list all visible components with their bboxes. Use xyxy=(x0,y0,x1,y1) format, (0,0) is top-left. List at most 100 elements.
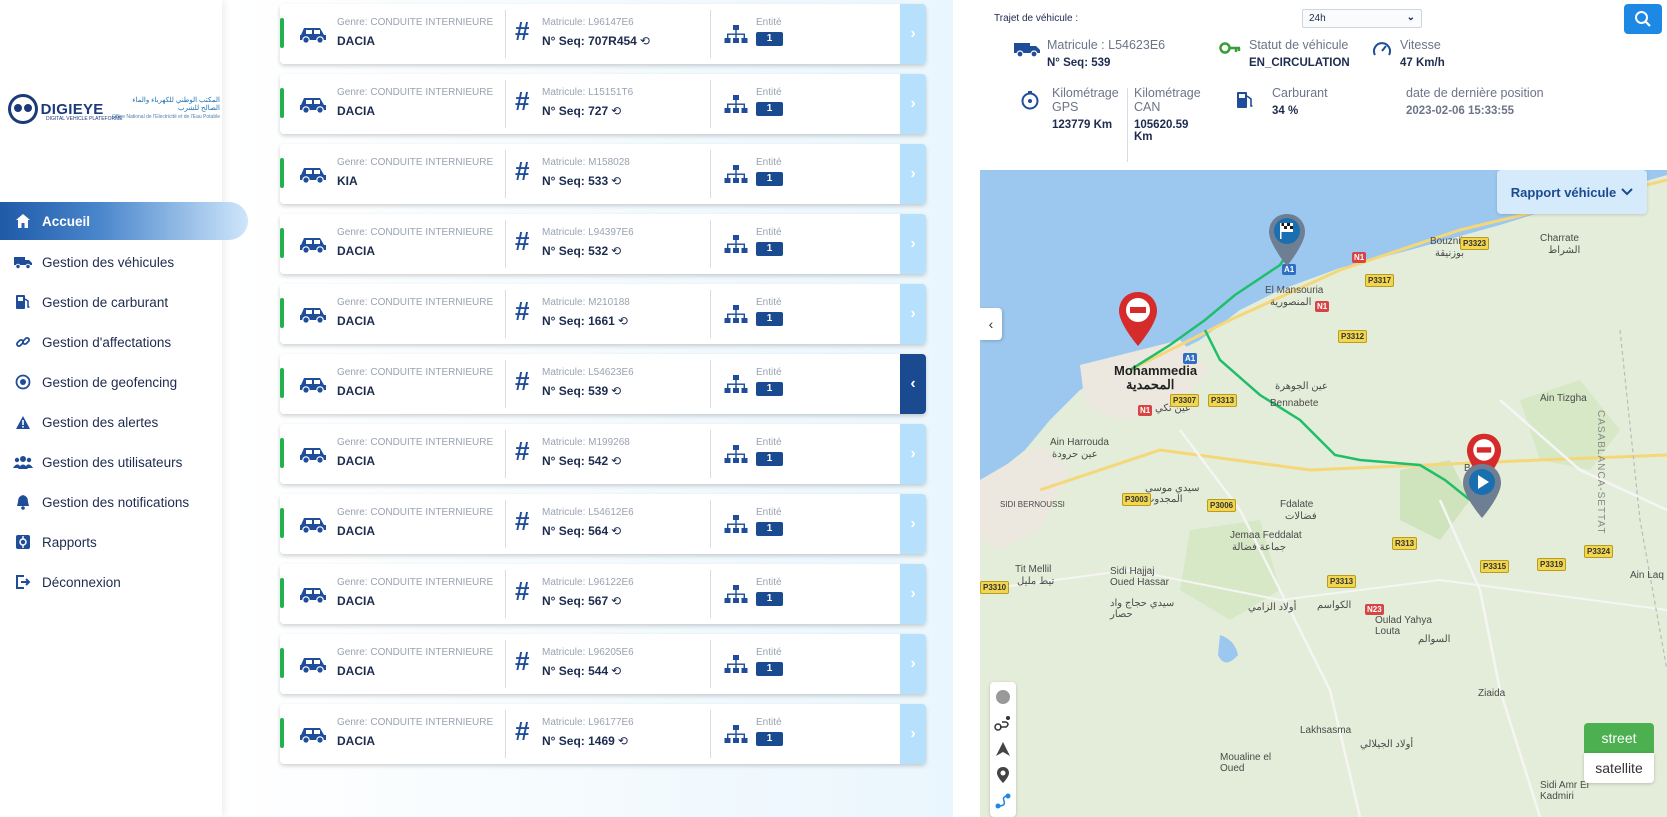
vehicle-card[interactable]: Genre: CONDUITE INTERNIEURE DACIA # Matricu… xyxy=(280,4,926,64)
open-vehicle-button[interactable]: › xyxy=(900,424,926,484)
map-place-label: SIDI BERNOUSSI xyxy=(1000,500,1065,509)
vitesse-field: Vitesse 47 Km/h xyxy=(1373,38,1445,69)
rapport-vehicule-button[interactable]: Rapport véhicule xyxy=(1497,170,1647,214)
open-vehicle-button[interactable]: › xyxy=(900,564,926,624)
open-vehicle-button[interactable]: › xyxy=(900,284,926,344)
history-icon[interactable]: ⟲ xyxy=(640,34,650,48)
open-vehicle-button[interactable]: › xyxy=(900,494,926,554)
road-shield: P3313 xyxy=(1208,394,1238,407)
entite-label: Entité xyxy=(756,647,782,658)
sidebar-item-notifications[interactable]: Gestion des notifications xyxy=(0,482,250,522)
start-flag-marker-icon[interactable] xyxy=(1267,212,1307,273)
vehicle-card[interactable]: Genre: CONDUITE INTERNIEURE DACIA # Matricu… xyxy=(280,494,926,554)
history-icon[interactable]: ⟲ xyxy=(611,454,621,468)
sidebar-item-geofencing[interactable]: Gestion de geofencing xyxy=(0,362,250,402)
open-vehicle-button[interactable]: › xyxy=(900,144,926,204)
vehicle-card[interactable]: Genre: CONDUITE INTERNIEURE KIA # Matricule… xyxy=(280,144,926,204)
vehicle-card[interactable]: Genre: CONDUITE INTERNIEURE DACIA # Matricu… xyxy=(280,564,926,624)
sidebar-item-rapports[interactable]: Rapports xyxy=(0,522,250,562)
road-shield: P3319 xyxy=(1537,558,1567,571)
vehicle-card[interactable]: Genre: CONDUITE INTERNIEURE DACIA # Matricu… xyxy=(280,424,926,484)
hash-icon: # xyxy=(515,226,530,256)
history-icon[interactable]: ⟲ xyxy=(618,314,628,328)
navigation-arrow-icon[interactable] xyxy=(993,740,1013,758)
history-icon[interactable]: ⟲ xyxy=(618,734,628,748)
map-place-label: تيط مليل xyxy=(1017,576,1055,587)
map-toolbar xyxy=(990,682,1016,817)
vehicle-matricule: Matricule: L96177E6 xyxy=(542,717,634,728)
map-place-label: جماعة فضالة xyxy=(1232,542,1287,553)
chevron-right-icon: › xyxy=(910,235,916,252)
history-icon[interactable]: ⟲ xyxy=(611,384,621,398)
open-vehicle-button[interactable]: › xyxy=(900,704,926,764)
date-position-value: 2023-02-06 15:33:55 xyxy=(1406,105,1515,117)
sidebar-item-carburant[interactable]: Gestion de carburant xyxy=(0,282,250,322)
street-layer-button[interactable]: street xyxy=(1584,723,1654,753)
sidebar-item-accueil[interactable]: Accueil xyxy=(0,202,248,240)
sidebar-item-label: Gestion de geofencing xyxy=(42,374,178,390)
collapse-panel-button[interactable]: ‹ xyxy=(980,308,1002,340)
map-place-label: Charrate xyxy=(1540,233,1579,244)
open-vehicle-button[interactable]: › xyxy=(900,214,926,274)
vehicle-brand: DACIA xyxy=(337,104,375,118)
vehicle-card[interactable]: Genre: CONDUITE INTERNIEURE DACIA # Matricu… xyxy=(280,354,926,414)
play-position-marker-icon[interactable] xyxy=(1461,462,1503,525)
vehicle-card[interactable]: Genre: CONDUITE INTERNIEURE DACIA # Matricu… xyxy=(280,634,926,694)
circle-tool-icon[interactable] xyxy=(993,688,1013,706)
vehicle-seq: N° Seq: 1469 ⟲ xyxy=(542,734,628,748)
vehicle-seq: N° Seq: 567 ⟲ xyxy=(542,594,621,608)
vehicle-seq-value: N° Seq: 1661 xyxy=(542,314,615,328)
vehicle-card[interactable]: Genre: CONDUITE INTERNIEURE DACIA # Matricu… xyxy=(280,284,926,344)
divider xyxy=(505,570,506,618)
route-path-icon[interactable] xyxy=(993,792,1013,810)
users-icon xyxy=(12,453,34,471)
history-icon[interactable]: ⟲ xyxy=(611,664,621,678)
stop-marker-icon[interactable] xyxy=(1117,290,1159,353)
history-icon[interactable]: ⟲ xyxy=(611,244,621,258)
hash-icon: # xyxy=(515,436,530,466)
hierarchy-icon xyxy=(724,584,748,606)
sidebar-item-label: Gestion des alertes xyxy=(42,414,159,430)
divider xyxy=(505,360,506,408)
route-tool-icon[interactable] xyxy=(993,714,1013,732)
search-icon xyxy=(1635,11,1651,27)
vehicle-card[interactable]: Genre: CONDUITE INTERNIEURE DACIA # Matricu… xyxy=(280,214,926,274)
history-icon[interactable]: ⟲ xyxy=(611,524,621,538)
map-place-label: Moualine el Oued xyxy=(1220,752,1272,774)
vehicle-genre: Genre: CONDUITE INTERNIEURE xyxy=(337,87,494,98)
logout-icon xyxy=(12,573,34,591)
vehicle-seq-value: N° Seq: 532 xyxy=(542,244,609,258)
collapse-vehicle-button[interactable]: ‹ xyxy=(900,354,926,414)
sidebar-item-deconnexion[interactable]: Déconnexion xyxy=(0,562,250,602)
vehicle-card[interactable]: Genre: CONDUITE INTERNIEURE DACIA # Matricu… xyxy=(280,704,926,764)
road-shield: P3317 xyxy=(1365,274,1395,287)
hash-icon: # xyxy=(515,576,530,606)
history-icon[interactable]: ⟲ xyxy=(611,104,621,118)
vehicle-matricule: Matricule: L54612E6 xyxy=(542,507,634,518)
hierarchy-icon xyxy=(724,234,748,256)
vehicle-seq: N° Seq: 564 ⟲ xyxy=(542,524,621,538)
sidebar-item-vehicules[interactable]: Gestion des véhicules xyxy=(0,242,250,282)
location-pin-icon[interactable] xyxy=(993,766,1013,784)
vehicle-genre: Genre: CONDUITE INTERNIEURE xyxy=(337,297,494,308)
vehicle-seq: N° Seq: 533 ⟲ xyxy=(542,174,621,188)
map-place-label: سيدي موسى المجدوب xyxy=(1145,483,1200,505)
history-icon[interactable]: ⟲ xyxy=(611,174,621,188)
km-can-label: Kilométrage CAN xyxy=(1134,86,1201,114)
map-place-label: El Mansouria xyxy=(1265,285,1324,296)
car-icon xyxy=(298,514,328,534)
trajet-period-select[interactable]: 24h ⌄ xyxy=(1302,9,1422,28)
sidebar-item-utilisateurs[interactable]: Gestion des utilisateurs xyxy=(0,442,250,482)
hierarchy-icon xyxy=(724,304,748,326)
vehicle-card[interactable]: Genre: CONDUITE INTERNIEURE DACIA # Matricu… xyxy=(280,74,926,134)
vehicle-brand: DACIA xyxy=(337,314,375,328)
vehicle-map[interactable]: Mohammedia المحمدية El Mansouria المنصور… xyxy=(980,170,1667,817)
sidebar-item-affectations[interactable]: Gestion d'affectations xyxy=(0,322,250,362)
open-vehicle-button[interactable]: › xyxy=(900,634,926,694)
search-button[interactable] xyxy=(1624,4,1662,34)
history-icon[interactable]: ⟲ xyxy=(611,594,621,608)
sidebar-item-alertes[interactable]: Gestion des alertes xyxy=(0,402,250,442)
open-vehicle-button[interactable]: › xyxy=(900,4,926,64)
open-vehicle-button[interactable]: › xyxy=(900,74,926,134)
satellite-layer-button[interactable]: satellite xyxy=(1584,753,1654,783)
